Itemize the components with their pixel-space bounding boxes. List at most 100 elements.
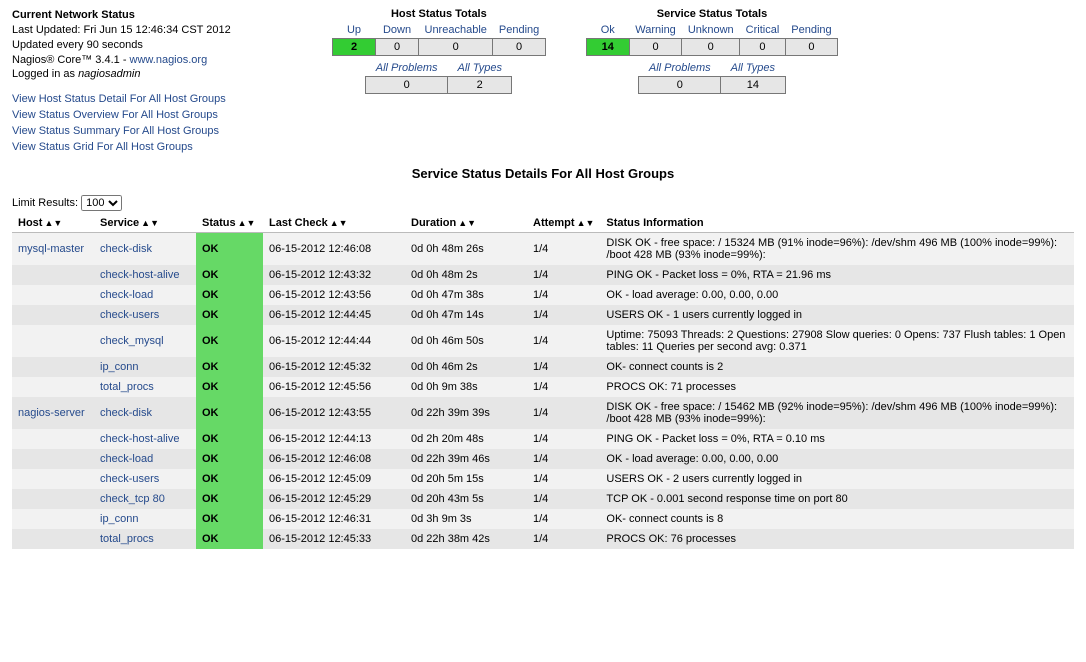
service-cell: check-host-alive xyxy=(94,429,196,449)
status-info-cell: DISK OK - free space: / 15324 MB (91% in… xyxy=(600,232,1074,265)
col-attempt[interactable]: Attempt▲▼ xyxy=(527,213,600,233)
svc-all-types-header[interactable]: All Types xyxy=(721,60,785,77)
service-link[interactable]: check-users xyxy=(100,309,159,321)
status-cell: OK xyxy=(196,397,263,429)
status-cell: OK xyxy=(196,529,263,549)
service-link[interactable]: total_procs xyxy=(100,533,154,545)
nav-status-overview[interactable]: View Status Overview For All Host Groups xyxy=(12,108,292,124)
table-row: check-usersOK06-15-2012 12:44:450d 0h 47… xyxy=(12,305,1074,325)
svc-critical-header[interactable]: Critical xyxy=(740,22,786,39)
host-all-problems-header[interactable]: All Problems xyxy=(366,60,448,77)
host-down-count[interactable]: 0 xyxy=(376,39,419,56)
section-title: Service Status Details For All Host Grou… xyxy=(12,166,1074,181)
info-block: Current Network Status Last Updated: Fri… xyxy=(12,8,292,156)
service-link[interactable]: check-users xyxy=(100,473,159,485)
table-row: check-host-aliveOK06-15-2012 12:44:130d … xyxy=(12,429,1074,449)
service-link[interactable]: check-load xyxy=(100,453,153,465)
status-info-cell: PING OK - Packet loss = 0%, RTA = 21.96 … xyxy=(600,265,1074,285)
status-cell: OK xyxy=(196,325,263,357)
svc-all-problems-header[interactable]: All Problems xyxy=(639,60,721,77)
attempt-cell: 1/4 xyxy=(527,429,600,449)
service-cell: check-users xyxy=(94,305,196,325)
host-up-count[interactable]: 2 xyxy=(333,39,376,56)
service-link[interactable]: ip_conn xyxy=(100,513,139,525)
service-totals-title: Service Status Totals xyxy=(586,8,838,20)
svc-warning-count[interactable]: 0 xyxy=(629,39,682,56)
host-all-types-count[interactable]: 2 xyxy=(448,77,512,94)
svc-all-types-count[interactable]: 14 xyxy=(721,77,785,94)
svc-pending-count[interactable]: 0 xyxy=(785,39,837,56)
service-link[interactable]: total_procs xyxy=(100,381,154,393)
service-link[interactable]: check-disk xyxy=(100,407,152,419)
attempt-cell: 1/4 xyxy=(527,469,600,489)
svc-ok-count[interactable]: 14 xyxy=(586,39,629,56)
col-last-check[interactable]: Last Check▲▼ xyxy=(263,213,405,233)
attempt-cell: 1/4 xyxy=(527,325,600,357)
host-pending-count[interactable]: 0 xyxy=(493,39,545,56)
service-totals: Service Status Totals Ok Warning Unknown… xyxy=(586,8,838,94)
service-link[interactable]: check-host-alive xyxy=(100,269,179,281)
svc-pending-header[interactable]: Pending xyxy=(785,22,837,39)
last-check-cell: 06-15-2012 12:44:44 xyxy=(263,325,405,357)
sort-arrows-icon[interactable]: ▲▼ xyxy=(458,218,476,228)
host-link[interactable]: mysql-master xyxy=(18,243,84,255)
status-info-cell: DISK OK - free space: / 15462 MB (92% in… xyxy=(600,397,1074,429)
host-all-types-header[interactable]: All Types xyxy=(448,60,512,77)
nav-status-summary[interactable]: View Status Summary For All Host Groups xyxy=(12,124,292,140)
status-info-cell: USERS OK - 2 users currently logged in xyxy=(600,469,1074,489)
version: Nagios® Core™ 3.4.1 - xyxy=(12,54,130,66)
svc-ok-header[interactable]: Ok xyxy=(586,22,629,39)
sort-arrows-icon[interactable]: ▲▼ xyxy=(44,218,62,228)
host-unreach-count[interactable]: 0 xyxy=(419,39,493,56)
nav-host-detail[interactable]: View Host Status Detail For All Host Gro… xyxy=(12,92,292,108)
status-cell: OK xyxy=(196,305,263,325)
host-pending-header[interactable]: Pending xyxy=(493,22,545,39)
col-host[interactable]: Host▲▼ xyxy=(12,213,94,233)
limit-select[interactable]: 100 xyxy=(81,195,122,211)
svc-critical-count[interactable]: 0 xyxy=(740,39,786,56)
svc-warning-header[interactable]: Warning xyxy=(629,22,682,39)
service-link[interactable]: check-disk xyxy=(100,243,152,255)
service-link[interactable]: check_tcp 80 xyxy=(100,493,165,505)
host-down-header[interactable]: Down xyxy=(376,22,419,39)
last-check-cell: 06-15-2012 12:45:56 xyxy=(263,377,405,397)
host-cell xyxy=(12,469,94,489)
service-link[interactable]: check_mysql xyxy=(100,335,164,347)
nav-status-grid[interactable]: View Status Grid For All Host Groups xyxy=(12,140,292,156)
table-row: ip_connOK06-15-2012 12:45:320d 0h 46m 2s… xyxy=(12,357,1074,377)
status-info-cell: PROCS OK: 76 processes xyxy=(600,529,1074,549)
service-link[interactable]: check-load xyxy=(100,289,153,301)
last-updated: Last Updated: Fri Jun 15 12:46:34 CST 20… xyxy=(12,24,231,36)
host-all-problems-count[interactable]: 0 xyxy=(366,77,448,94)
last-check-cell: 06-15-2012 12:45:09 xyxy=(263,469,405,489)
service-link[interactable]: check-host-alive xyxy=(100,433,179,445)
attempt-cell: 1/4 xyxy=(527,489,600,509)
host-cell xyxy=(12,489,94,509)
service-cell: check_tcp 80 xyxy=(94,489,196,509)
service-link[interactable]: ip_conn xyxy=(100,361,139,373)
col-status[interactable]: Status▲▼ xyxy=(196,213,263,233)
last-check-cell: 06-15-2012 12:43:32 xyxy=(263,265,405,285)
sort-arrows-icon[interactable]: ▲▼ xyxy=(238,218,256,228)
host-cell xyxy=(12,529,94,549)
sort-arrows-icon[interactable]: ▲▼ xyxy=(141,218,159,228)
host-link[interactable]: nagios-server xyxy=(18,407,85,419)
svc-all-problems-count[interactable]: 0 xyxy=(639,77,721,94)
host-cell: nagios-server xyxy=(12,397,94,429)
status-info-cell: OK - load average: 0.00, 0.00, 0.00 xyxy=(600,449,1074,469)
table-row: check-loadOK06-15-2012 12:43:560d 0h 47m… xyxy=(12,285,1074,305)
status-info-cell: PING OK - Packet loss = 0%, RTA = 0.10 m… xyxy=(600,429,1074,449)
sort-arrows-icon[interactable]: ▲▼ xyxy=(577,218,595,228)
status-cell: OK xyxy=(196,429,263,449)
svc-unknown-count[interactable]: 0 xyxy=(682,39,740,56)
host-up-header[interactable]: Up xyxy=(333,22,376,39)
sort-arrows-icon[interactable]: ▲▼ xyxy=(330,218,348,228)
last-check-cell: 06-15-2012 12:43:55 xyxy=(263,397,405,429)
last-check-cell: 06-15-2012 12:46:08 xyxy=(263,449,405,469)
host-unreach-header[interactable]: Unreachable xyxy=(419,22,493,39)
col-duration[interactable]: Duration▲▼ xyxy=(405,213,527,233)
svc-unknown-header[interactable]: Unknown xyxy=(682,22,740,39)
last-check-cell: 06-15-2012 12:43:56 xyxy=(263,285,405,305)
nagios-link[interactable]: www.nagios.org xyxy=(130,54,208,66)
col-service[interactable]: Service▲▼ xyxy=(94,213,196,233)
